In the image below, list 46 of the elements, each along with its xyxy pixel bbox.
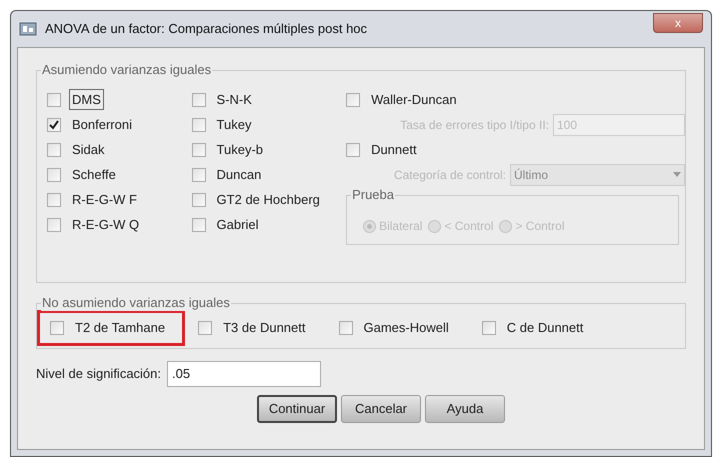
checkbox[interactable] (50, 321, 64, 335)
checkbox[interactable] (47, 118, 61, 132)
checkbox-label: T3 de Dunnett (222, 319, 306, 338)
app-icon (19, 21, 37, 37)
checkbox-label: Tukey (216, 116, 252, 134)
checkbox[interactable] (192, 92, 206, 106)
checkbox-label: T2 de Tamhane (74, 319, 166, 338)
checkbox-label: Dunnett (370, 140, 418, 159)
group-title: Asumiendo varianzas iguales (41, 62, 212, 78)
checkbox-label: Games-Howell (362, 319, 450, 338)
checkbox-label: Tukey-b (216, 140, 264, 159)
significance-field[interactable]: .05 (167, 361, 322, 387)
checkbox[interactable] (47, 142, 61, 156)
checkmark-icon (48, 118, 60, 130)
checkbox[interactable] (47, 218, 61, 232)
checkbox[interactable] (198, 321, 212, 335)
checkbox-label: C de Dunnett (506, 319, 584, 338)
checkbox-label: Sidak (71, 140, 106, 159)
checkbox-label: DMS (69, 88, 104, 110)
dropdown-value: Último (514, 166, 548, 184)
checkbox[interactable] (47, 192, 61, 206)
group-title: No asumiendo varianzas iguales (41, 295, 231, 311)
checkbox-label: Gabriel (216, 216, 260, 234)
checkbox[interactable] (482, 321, 496, 335)
checkbox[interactable] (192, 168, 206, 182)
checkbox-label: Scheffe (71, 166, 117, 184)
checkbox-label: R-E-G-W Q (71, 216, 140, 234)
dialog-button[interactable]: Cancelar (341, 395, 421, 423)
checkbox-label: Duncan (216, 166, 262, 184)
checkbox[interactable] (192, 142, 206, 156)
window-title: ANOVA de un factor: Comparaciones múltiples post hoc (45, 20, 368, 38)
checkbox[interactable] (192, 218, 206, 232)
dialog-button[interactable]: Ayuda (425, 395, 505, 423)
significance-label: Nivel de significación: (36, 365, 162, 384)
checkbox-label: R-E-G-W F (71, 190, 138, 209)
checkbox[interactable] (192, 192, 206, 206)
checkbox-label: GT2 de Hochberg (216, 190, 321, 209)
checkbox[interactable] (47, 92, 61, 106)
checkbox[interactable] (192, 118, 206, 132)
checkbox-label: S-N-K (216, 90, 253, 109)
checkbox[interactable] (47, 168, 61, 182)
checkbox[interactable] (338, 321, 352, 335)
dialog-button[interactable]: Continuar (257, 395, 337, 423)
checkbox-label: Bonferroni (71, 116, 133, 134)
checkbox-label: Waller-Duncan (370, 90, 458, 109)
dropdown-arrow-icon (673, 172, 681, 177)
